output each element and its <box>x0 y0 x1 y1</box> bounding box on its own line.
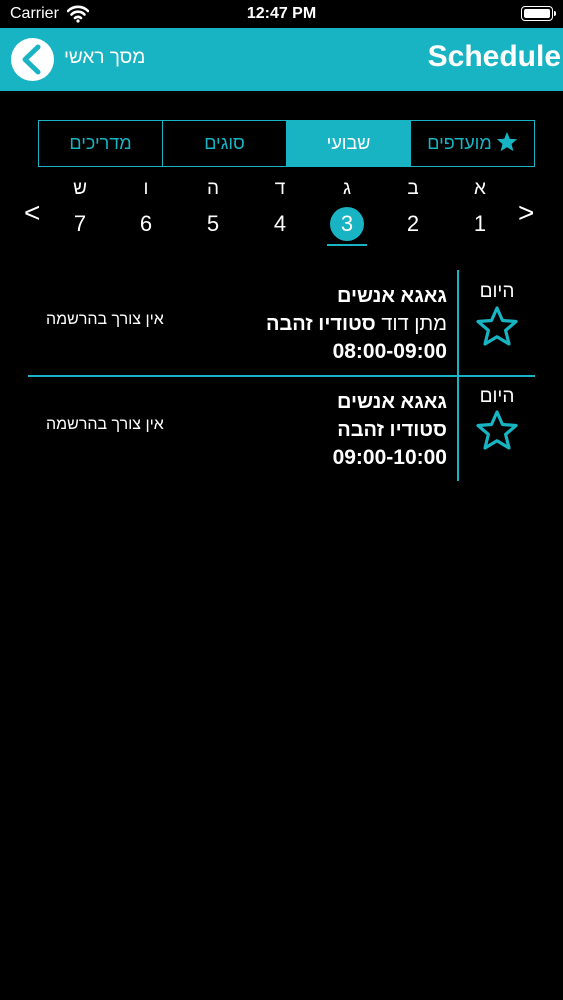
back-button-label[interactable]: מסך ראשי <box>64 47 145 69</box>
prev-week-button[interactable]: < <box>24 197 40 229</box>
class-name: גאגא אנשים <box>336 391 447 413</box>
page-title: Schedule <box>427 40 561 73</box>
tab-instructors-label: מדריכים <box>69 133 132 153</box>
class-details[interactable]: גאגא אנשים מתן דוד סטודיו זהבה 08:00-09:… <box>266 282 447 366</box>
row-divider <box>457 377 459 481</box>
nav-bar: מסך ראשי Schedule <box>0 28 563 91</box>
day-letter: ה <box>206 178 220 199</box>
day-7[interactable]: ש 7 <box>60 176 100 241</box>
day-number: 1 <box>473 211 487 236</box>
view-tabs: מדריכים סוגים שבועי מועדפים <box>38 120 535 167</box>
class-details[interactable]: גאגא אנשים סטודיו זהבה 09:00-10:00 <box>333 388 447 472</box>
class-instructor: מתן דוד <box>381 313 447 335</box>
tab-types-label: סוגים <box>204 133 245 153</box>
favorite-star-icon[interactable] <box>475 305 519 347</box>
class-instructor-location: מתן דוד סטודיו זהבה <box>266 310 447 338</box>
day-number: 5 <box>206 211 220 236</box>
tab-favorites-label: מועדפים <box>427 133 492 153</box>
chevron-left-icon <box>22 44 41 75</box>
battery-icon <box>521 6 556 21</box>
day-4[interactable]: ד 4 <box>260 176 300 241</box>
favorite-star-icon[interactable] <box>475 409 519 451</box>
day-label: היום <box>479 386 515 407</box>
day-2[interactable]: ב 2 <box>393 176 433 241</box>
day-5[interactable]: ה 5 <box>193 176 233 241</box>
tab-weekly[interactable]: שבועי <box>286 121 410 166</box>
day-letter: ו <box>143 178 149 199</box>
class-name: גאגא אנשים <box>336 285 447 307</box>
day-6[interactable]: ו 6 <box>126 176 166 241</box>
back-button[interactable] <box>11 38 54 81</box>
class-location: סטודיו זהבה <box>337 419 447 441</box>
star-filled-icon <box>496 131 518 157</box>
day-letter: ג <box>342 178 352 199</box>
registration-note: אין צורך בהרשמה <box>46 416 164 433</box>
tab-instructors[interactable]: מדריכים <box>39 121 162 166</box>
day-number: 4 <box>273 211 287 236</box>
day-number: 3 <box>330 207 364 241</box>
status-time: 12:47 PM <box>246 5 317 22</box>
day-number: 6 <box>139 211 153 236</box>
next-week-button[interactable]: > <box>518 197 534 229</box>
day-letter: ש <box>73 178 87 199</box>
day-letter: א <box>474 178 486 199</box>
row-divider <box>457 270 459 375</box>
class-time: 08:00-09:00 <box>332 340 447 363</box>
registration-note: אין צורך בהרשמה <box>46 311 164 328</box>
tab-favorites[interactable]: מועדפים <box>410 121 534 166</box>
class-time: 09:00-10:00 <box>332 446 447 469</box>
selected-day-indicator <box>327 244 367 246</box>
status-bar: Carrier 12:47 PM <box>0 0 563 28</box>
day-letter: ב <box>407 178 419 199</box>
day-1[interactable]: א 1 <box>460 176 500 241</box>
class-location: סטודיו זהבה <box>265 313 376 335</box>
day-3[interactable]: ג 3 <box>327 176 367 241</box>
day-number: 7 <box>73 211 87 236</box>
day-letter: ד <box>274 178 286 199</box>
day-number: 2 <box>406 211 420 236</box>
day-label: היום <box>479 281 515 302</box>
tab-weekly-label: שבועי <box>326 133 371 153</box>
tab-types[interactable]: סוגים <box>162 121 286 166</box>
